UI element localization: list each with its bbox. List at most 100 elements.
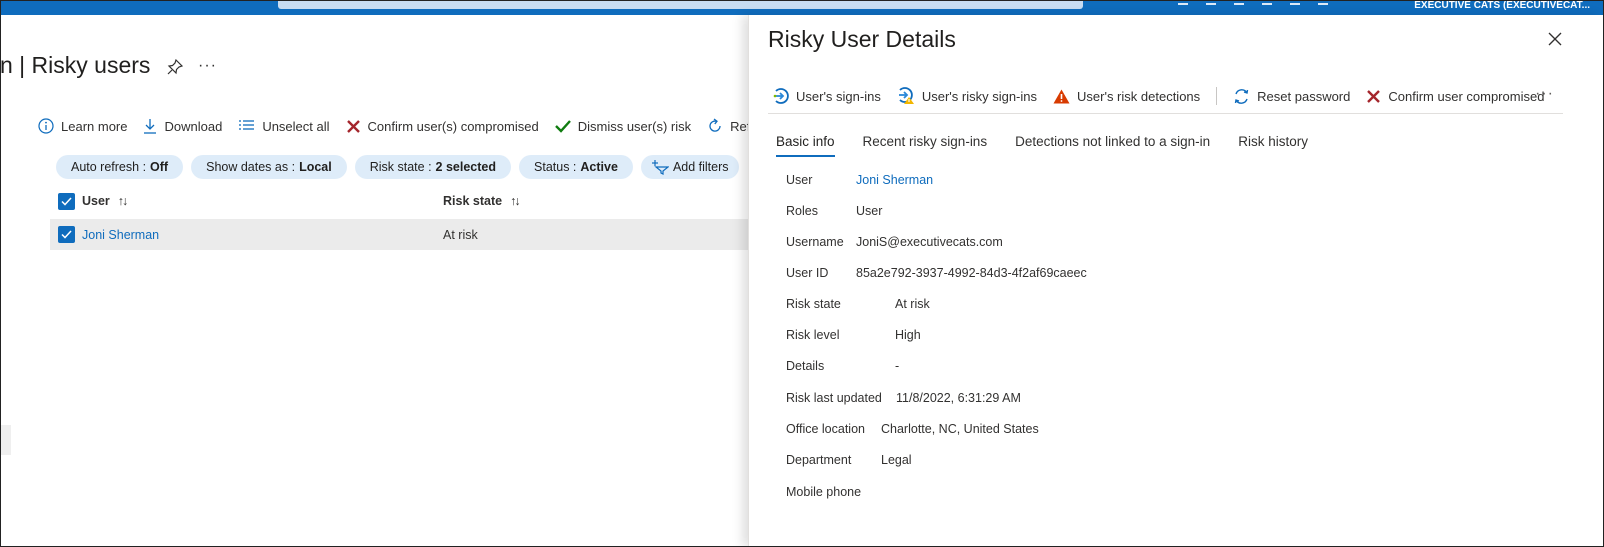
topbar-icon[interactable]	[1234, 0, 1244, 5]
field-label: Details	[786, 359, 825, 373]
field-risk-last-updated: Risk last updated 11/8/2022, 6:31:29 AM	[786, 391, 1286, 411]
column-label: User	[82, 194, 110, 208]
topbar-icon[interactable]	[1206, 0, 1216, 5]
topbar-icon[interactable]	[1290, 0, 1300, 5]
field-value-user-link[interactable]: Joni Sherman	[856, 173, 933, 187]
topbar-icon[interactable]	[1262, 0, 1272, 5]
users-risky-sign-ins-label: User's risky sign-ins	[921, 88, 1038, 104]
filter-label: Risk state :	[369, 160, 432, 174]
users-sign-ins-button[interactable]: User's sign-ins	[773, 88, 881, 104]
column-header-user[interactable]: User ↑↓	[82, 194, 128, 208]
topbar-icon[interactable]	[1318, 0, 1328, 5]
learn-more-label: Learn more	[61, 118, 128, 134]
table-row[interactable]: Joni Sherman At risk	[50, 219, 760, 250]
field-label: User ID	[786, 266, 829, 280]
field-value: Legal	[881, 453, 912, 467]
field-value: High	[895, 328, 921, 342]
confirm-users-compromised-button[interactable]: Confirm user(s) compromised	[346, 119, 539, 134]
download-icon	[144, 119, 157, 134]
filter-label: Auto refresh :	[71, 160, 147, 174]
field-label: User	[786, 173, 813, 187]
field-value: At risk	[895, 297, 930, 311]
field-value: JoniS@executivecats.com	[856, 235, 1003, 249]
filter-show-dates[interactable]: Show dates as : Local	[191, 155, 347, 179]
field-value: Charlotte, NC, United States	[881, 422, 1039, 436]
field-username: Username JoniS@executivecats.com	[786, 235, 1286, 255]
field-label: Mobile phone	[786, 485, 862, 499]
reset-password-label: Reset password	[1257, 88, 1351, 104]
row-checkbox[interactable]	[58, 226, 75, 243]
tab-basic-info[interactable]: Basic info	[776, 134, 835, 157]
field-label: Risk level	[786, 328, 840, 342]
filter-auto-refresh[interactable]: Auto refresh : Off	[56, 155, 184, 179]
filter-value: Local	[299, 160, 332, 174]
risk-state-cell: At risk	[443, 228, 478, 242]
tab-recent-risky-sign-ins[interactable]: Recent risky sign-ins	[863, 134, 988, 157]
column-header-risk-state[interactable]: Risk state ↑↓	[443, 194, 520, 208]
filter-risk-state[interactable]: Risk state :2 selected	[354, 155, 512, 179]
dismiss-users-risk-label: Dismiss user(s) risk	[577, 118, 692, 134]
learn-more-button[interactable]: Learn more	[38, 118, 127, 134]
field-value: User	[856, 204, 883, 218]
more-options-icon[interactable]: ···	[198, 57, 217, 75]
list-icon	[239, 120, 255, 130]
dismiss-users-risk-button[interactable]: Dismiss user(s) risk	[554, 118, 692, 134]
field-user-id: User ID 85a2e792-3937-4992-84d3-4f2af69ca…	[786, 266, 1286, 286]
toolbar-divider-line	[768, 113, 1563, 114]
unselect-all-button[interactable]: Unselect all	[238, 119, 330, 134]
users-sign-ins-label: User's sign-ins	[796, 88, 881, 104]
field-details: Details -	[786, 359, 1286, 379]
field-label: Username	[786, 235, 844, 249]
close-icon[interactable]	[1548, 32, 1562, 46]
x-icon	[1367, 89, 1381, 103]
x-icon	[346, 119, 360, 133]
tab-risk-history[interactable]: Risk history	[1238, 134, 1308, 157]
user-link[interactable]: Joni Sherman	[82, 228, 159, 242]
field-label: Department	[786, 453, 852, 467]
filter-status[interactable]: Status : Active	[519, 155, 633, 179]
field-value: -	[895, 359, 900, 373]
page-title: n | Risky users	[0, 52, 151, 78]
warning-icon	[1053, 89, 1070, 103]
pin-icon[interactable]	[167, 59, 183, 75]
confirm-user-compromised-label: Confirm user compromised	[1388, 88, 1545, 104]
field-label: Office location	[786, 422, 865, 436]
add-filters-label: Add filters	[672, 160, 729, 174]
checkmark-icon	[61, 197, 72, 206]
topbar-icon[interactable]	[1178, 0, 1188, 5]
tab-detections-not-linked[interactable]: Detections not linked to a sign-in	[1015, 134, 1210, 157]
global-search-box[interactable]	[278, 0, 1083, 9]
sort-icon[interactable]: ↑↓	[118, 194, 128, 208]
command-bar: Learn more Download Unselect all Confirm…	[38, 115, 784, 137]
filter-value: 2 selected	[435, 160, 497, 174]
download-button[interactable]: Download	[143, 118, 222, 134]
filter-label: Status :	[534, 160, 577, 174]
grid-header: User ↑↓ Risk state ↑↓	[56, 190, 756, 214]
toolbar-divider	[1216, 87, 1218, 105]
field-label: Roles	[786, 204, 818, 218]
filter-pills: Auto refresh : Off Show dates as : Local R…	[56, 155, 739, 179]
users-risky-sign-ins-button[interactable]: User's risky sign-ins	[897, 87, 1037, 105]
risky-user-details-panel: Risky User Details User's sign-ins User'…	[748, 15, 1604, 547]
risky-sign-in-icon	[898, 87, 914, 104]
refresh-icon	[709, 118, 721, 132]
info-icon	[38, 118, 54, 134]
select-all-checkbox[interactable]	[58, 193, 75, 210]
field-label: Risk last updated	[786, 391, 882, 405]
reset-icon	[1234, 88, 1249, 104]
add-filters-button[interactable]: Add filters	[640, 155, 739, 179]
scrollbar-stub[interactable]	[0, 425, 11, 455]
tenant-name[interactable]: EXECUTIVE CATS (EXECUTIVECAT...	[1414, 0, 1590, 11]
reset-password-button[interactable]: Reset password	[1233, 88, 1350, 105]
filter-label: Show dates as :	[206, 160, 296, 174]
confirm-user-compromised-button[interactable]: Confirm user compromised	[1366, 89, 1544, 104]
more-options-icon[interactable]: ···	[1535, 85, 1554, 103]
users-risk-detections-label: User's risk detections	[1077, 88, 1201, 104]
field-user: User Joni Sherman	[786, 173, 1286, 193]
field-risk-level: Risk level High	[786, 328, 1286, 348]
sort-icon[interactable]: ↑↓	[510, 194, 520, 208]
users-risk-detections-button[interactable]: User's risk detections	[1053, 89, 1200, 104]
field-department: Department Legal	[786, 453, 1286, 473]
field-office-location: Office location Charlotte, NC, United Sta…	[786, 422, 1286, 442]
checkmark-icon	[61, 230, 72, 239]
